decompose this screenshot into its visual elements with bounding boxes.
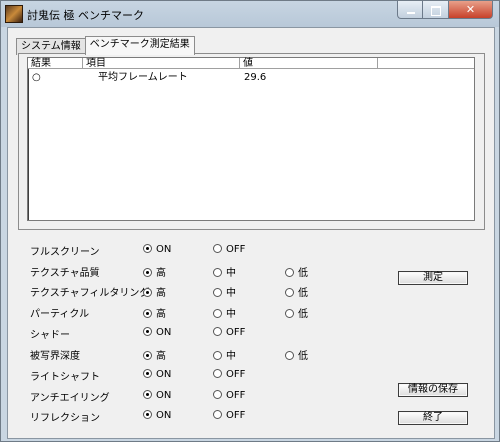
- particle-label: パーティクル: [30, 309, 90, 320]
- texture-quality-label: テクスチャ品質: [30, 268, 100, 279]
- light-shaft-on-radio[interactable]: ON: [143, 368, 171, 380]
- tab-strip: システム情報 ベンチマーク測定結果: [16, 36, 195, 55]
- depth-of-field-high-radio[interactable]: 高: [143, 347, 166, 362]
- fullscreen-label: フルスクリーン: [30, 247, 100, 258]
- window-title: 討鬼伝 極 ベンチマーク: [27, 9, 144, 22]
- texture-filtering-low-radio[interactable]: 低: [285, 284, 308, 299]
- cell-value: 29.6: [244, 72, 267, 83]
- results-list-header: 結果 項目 値: [28, 58, 474, 70]
- exit-button[interactable]: 終了: [398, 411, 468, 425]
- anti-aliasing-off-radio[interactable]: OFF: [213, 389, 245, 401]
- results-list[interactable]: 結果 項目 値 ○ 平均フレームレート 29.6: [27, 57, 475, 221]
- close-button[interactable]: ✕: [449, 1, 493, 19]
- reflection-off-radio[interactable]: OFF: [213, 409, 245, 421]
- reflection-label: リフレクション: [30, 413, 100, 424]
- light-shaft-label: ライトシャフト: [30, 372, 100, 383]
- texture-filtering-label: テクスチャフィルタリング: [30, 288, 150, 299]
- cell-result: ○: [32, 72, 41, 83]
- save-info-button[interactable]: 情報の保存: [398, 383, 468, 397]
- column-header-value[interactable]: 値: [240, 58, 378, 69]
- particle-mid-radio[interactable]: 中: [213, 305, 236, 320]
- anti-aliasing-on-radio[interactable]: ON: [143, 389, 171, 401]
- shadow-off-radio[interactable]: OFF: [213, 326, 245, 338]
- column-header-empty[interactable]: [378, 58, 474, 69]
- texture-filtering-high-radio[interactable]: 高: [143, 284, 166, 299]
- texture-quality-low-radio[interactable]: 低: [285, 264, 308, 279]
- fullscreen-on-radio[interactable]: ON: [143, 243, 171, 255]
- depth-of-field-low-radio[interactable]: 低: [285, 347, 308, 362]
- close-icon: ✕: [465, 3, 476, 16]
- maximize-button[interactable]: [423, 1, 449, 19]
- texture-quality-mid-radio[interactable]: 中: [213, 264, 236, 279]
- app-icon: [5, 5, 23, 23]
- depth-of-field-label: 被写界深度: [30, 351, 80, 362]
- light-shaft-off-radio[interactable]: OFF: [213, 368, 245, 380]
- title-bar[interactable]: 討鬼伝 極 ベンチマーク ✕: [1, 1, 499, 27]
- particle-low-radio[interactable]: 低: [285, 305, 308, 320]
- cell-item: 平均フレームレート: [98, 72, 188, 83]
- benchmark-window: 討鬼伝 極 ベンチマーク ✕ システム情報 ベンチマーク測定結果 結果 項目 値…: [0, 0, 500, 442]
- column-header-item[interactable]: 項目: [83, 58, 240, 69]
- results-tab-panel: 結果 項目 値 ○ 平均フレームレート 29.6: [18, 53, 485, 230]
- measure-button[interactable]: 測定: [398, 271, 468, 285]
- table-row[interactable]: ○ 平均フレームレート 29.6: [28, 71, 474, 84]
- fullscreen-off-radio[interactable]: OFF: [213, 243, 245, 255]
- dialog-client-area: システム情報 ベンチマーク測定結果 結果 項目 値 ○ 平均フレームレート 29…: [7, 27, 495, 439]
- tab-benchmark-results[interactable]: ベンチマーク測定結果: [84, 36, 195, 55]
- shadow-label: シャドー: [30, 330, 70, 341]
- column-header-result[interactable]: 結果: [28, 58, 83, 69]
- minimize-button[interactable]: [397, 1, 423, 19]
- texture-quality-high-radio[interactable]: 高: [143, 264, 166, 279]
- texture-filtering-mid-radio[interactable]: 中: [213, 284, 236, 299]
- particle-high-radio[interactable]: 高: [143, 305, 166, 320]
- anti-aliasing-label: アンチエイリング: [30, 393, 110, 404]
- depth-of-field-mid-radio[interactable]: 中: [213, 347, 236, 362]
- shadow-on-radio[interactable]: ON: [143, 326, 171, 338]
- reflection-on-radio[interactable]: ON: [143, 409, 171, 421]
